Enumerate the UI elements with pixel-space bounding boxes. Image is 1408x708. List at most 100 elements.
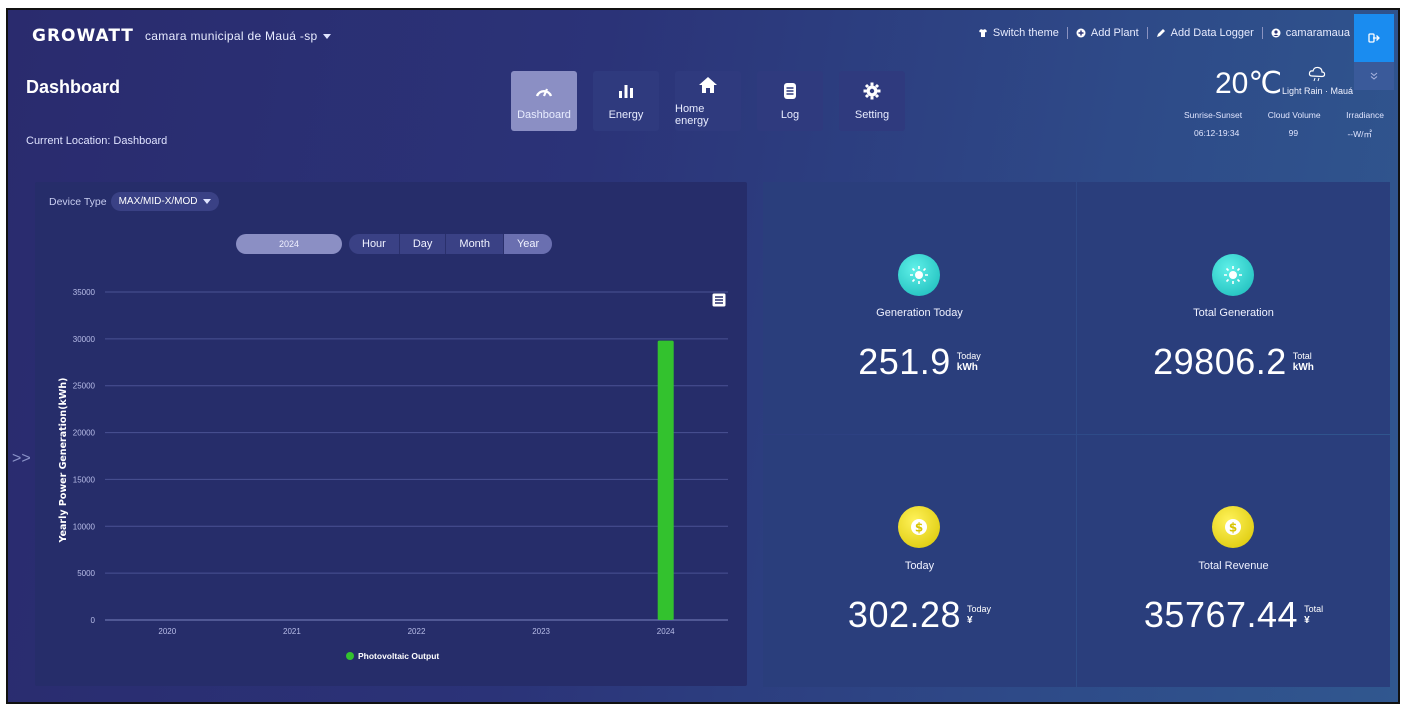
username: camaramaua — [1285, 27, 1350, 39]
stat-unit: kWh — [956, 362, 978, 373]
x-tick-label: 2024 — [657, 627, 675, 636]
tab-label: Home energy — [675, 103, 709, 127]
device-type-value: MAX/MID-X/MOD — [118, 196, 198, 207]
weather-labels: Sunrise-Sunset Cloud Volume Irradiance — [1184, 110, 1384, 120]
stat-period: Total — [1304, 604, 1324, 614]
stat-label: Generation Today — [876, 307, 963, 319]
stat-value: 35767.44 — [1143, 594, 1299, 635]
divider — [1146, 27, 1148, 39]
year-picker[interactable]: 2024 — [236, 234, 342, 254]
add-plant-button[interactable]: Add Plant — [1076, 27, 1139, 39]
range-day-button[interactable]: Day — [400, 234, 447, 254]
x-tick-label: 2020 — [158, 627, 176, 636]
stat-value-group: 35767.44 Total ¥ — [1077, 595, 1390, 635]
tab-label: Setting — [854, 109, 890, 121]
add-data-logger-button[interactable]: Add Data Logger — [1156, 27, 1254, 39]
stat-value: 251.9 — [858, 341, 951, 382]
plant-selector[interactable]: camara municipal de Mauá -sp — [145, 29, 332, 43]
svg-text:$: $ — [1229, 521, 1237, 535]
tab-energy[interactable]: Energy — [593, 71, 659, 131]
tab-home-energy[interactable]: Home energy — [675, 71, 741, 131]
stat-unit: kWh — [1292, 362, 1314, 373]
switch-theme-button[interactable]: Switch theme — [978, 27, 1059, 39]
chevron-down-icon — [203, 199, 212, 204]
gear-icon — [863, 82, 881, 100]
stat-label: Today — [904, 560, 935, 572]
x-tick-label: 2022 — [408, 627, 426, 636]
collapse-header-button[interactable] — [1354, 62, 1394, 90]
irradiance-value: --W/㎡ — [1347, 129, 1372, 139]
stat-value-group: 302.28 Today ¥ — [763, 595, 1076, 635]
range-hour-button[interactable]: Hour — [349, 234, 400, 254]
app-window: GROWATT camara municipal de Mauá -sp Swi… — [6, 8, 1400, 704]
rain-cloud-icon — [1308, 66, 1326, 82]
stat-unit: ¥ — [1304, 615, 1310, 626]
tab-log[interactable]: Log — [757, 71, 823, 131]
y-tick-label: 15000 — [73, 475, 96, 484]
page-title: Dashboard — [26, 77, 121, 97]
range-year-button[interactable]: Year — [503, 234, 553, 254]
total-revenue-card: $ Total Revenue 35767.44 Total ¥ — [1077, 435, 1390, 687]
chart-panel: 0 5000 10000 15000 20000 25000 30000 35000 Yearl… — [35, 182, 747, 686]
main-nav: Dashboard Energy Home energy Log Setting — [511, 71, 905, 131]
expand-sidebar-icon[interactable]: >> — [12, 450, 31, 468]
tab-label: Dashboard — [517, 109, 571, 121]
yearly-generation-chart: 0 5000 10000 15000 20000 25000 30000 35000 Yearl… — [58, 288, 728, 661]
user-icon — [1271, 28, 1281, 38]
svg-text:$: $ — [915, 521, 923, 535]
user-menu[interactable]: camaramaua — [1271, 27, 1350, 39]
stat-unit: ¥ — [967, 615, 973, 626]
bar — [657, 340, 674, 620]
range-month-button[interactable]: Month — [446, 234, 504, 254]
gauge-icon — [535, 88, 553, 97]
y-axis-label: Yearly Power Generation(kWh) — [58, 378, 69, 544]
weather-description: Light Rain · Mauá — [1282, 86, 1354, 96]
device-type-label: Device Type — [49, 195, 107, 208]
add-data-logger-label: Add Data Logger — [1170, 27, 1254, 39]
legend-swatch — [346, 652, 354, 660]
y-tick-label: 0 — [91, 616, 96, 625]
legend-label: Photovoltaic Output — [358, 651, 439, 661]
stat-period: Today — [967, 604, 992, 614]
stat-value: 302.28 — [847, 594, 962, 635]
device-type-select[interactable]: MAX/MID-X/MOD — [110, 192, 220, 211]
y-tick-label: 5000 — [77, 569, 95, 578]
weather-values: 06:12-19:34 99 --W/㎡ — [1194, 128, 1372, 140]
y-tick-label: 30000 — [73, 335, 96, 344]
chevron-down-icon — [323, 34, 332, 40]
sun-energy-icon — [898, 254, 940, 296]
stat-period: Today — [956, 351, 981, 361]
bar-chart-icon — [619, 85, 633, 98]
cloud-volume-value: 99 — [1288, 128, 1299, 138]
tab-dashboard[interactable]: Dashboard — [511, 71, 577, 131]
coin-icon: $ — [1212, 506, 1254, 548]
stats-grid: Generation Today 251.9 Today kWh Total Ge… — [763, 182, 1390, 687]
generation-today-card: Generation Today 251.9 Today kWh — [763, 182, 1076, 434]
pen-icon — [1156, 29, 1165, 37]
y-tick-label: 25000 — [73, 382, 96, 391]
sunrise-sunset-value: 06:12-19:34 — [1194, 128, 1240, 138]
log-icon — [784, 83, 796, 99]
sun-energy-icon — [1212, 254, 1254, 296]
plant-name: camara municipal de Mauá -sp — [145, 29, 318, 43]
y-tick-label: 35000 — [73, 288, 96, 297]
logout-button[interactable] — [1354, 14, 1394, 62]
growatt-logo: GROWATT — [32, 26, 134, 46]
divider — [1066, 27, 1068, 39]
time-range-group: Hour Day Month Year — [349, 234, 553, 254]
tab-setting[interactable]: Setting — [839, 71, 905, 131]
temperature: 20℃ — [1215, 67, 1283, 100]
x-tick-label: 2021 — [283, 627, 301, 636]
device-type-filter: Device Type MAX/MID-X/MOD — [49, 192, 220, 211]
top-bar: GROWATT camara municipal de Mauá -sp Swi… — [8, 10, 1398, 62]
chevron-double-down-icon — [1370, 72, 1378, 80]
shirt-icon — [978, 29, 987, 37]
stat-value: 29806.2 — [1153, 341, 1287, 382]
chart-menu-icon[interactable] — [712, 293, 726, 307]
stat-label: Total Generation — [1193, 307, 1274, 319]
top-actions: Switch theme Add Plant Add Data Logger c… — [978, 27, 1350, 39]
stat-value-group: 251.9 Today kWh — [763, 342, 1076, 382]
stat-label: Total Revenue — [1198, 560, 1269, 572]
home-icon — [699, 77, 717, 93]
switch-theme-label: Switch theme — [992, 27, 1059, 39]
